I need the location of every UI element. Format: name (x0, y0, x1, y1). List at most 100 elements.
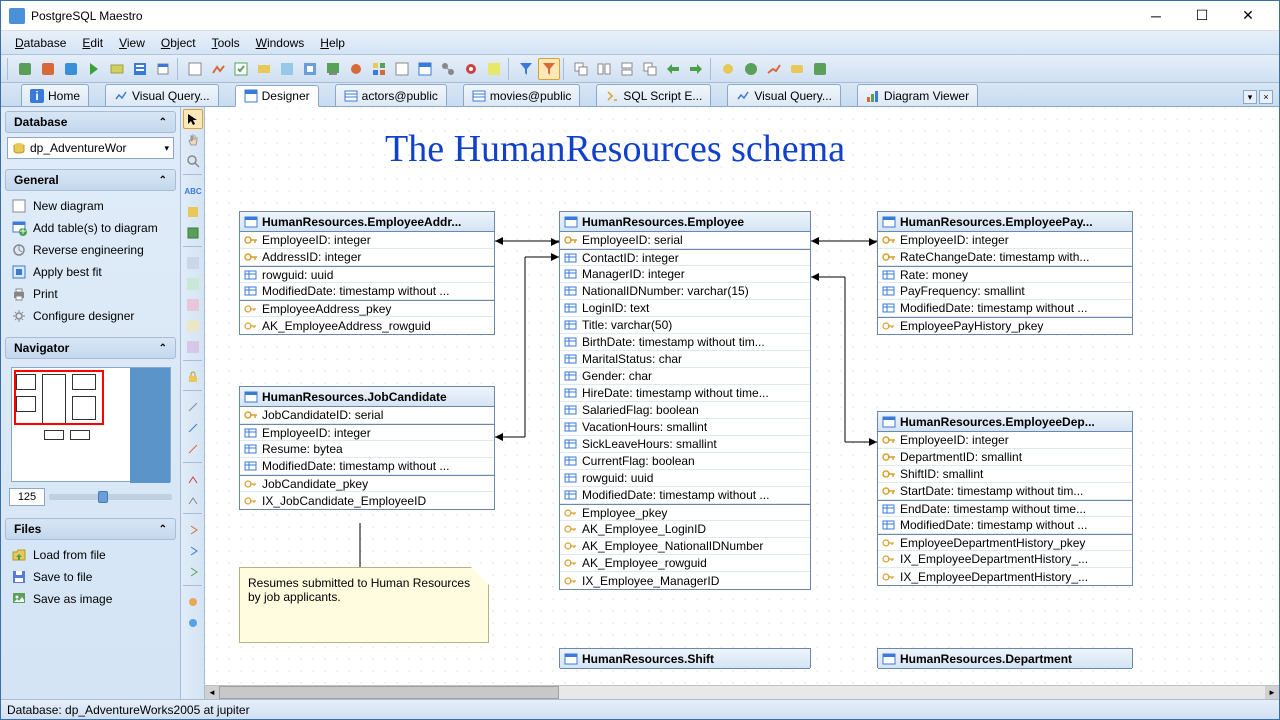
tab-sql-script[interactable]: SQL Script E... (596, 84, 711, 106)
toolbar-btn[interactable] (345, 58, 367, 80)
toolbar-btn[interactable] (414, 58, 436, 80)
menu-windows[interactable]: Windows (248, 33, 313, 53)
db-column[interactable]: ModifiedDate: timestamp without ... (240, 458, 494, 475)
table-shift[interactable]: HumanResources.Shift (559, 648, 811, 668)
table-job-candidate[interactable]: HumanResources.JobCandidate JobCandidate… (239, 386, 495, 510)
sidebar-link[interactable]: Reverse engineering (7, 239, 174, 261)
toolbar-btn[interactable] (391, 58, 413, 80)
zoom-slider[interactable] (49, 494, 172, 500)
sidebar-link[interactable]: Print (7, 283, 174, 305)
db-column[interactable]: AK_Employee_LoginID (560, 521, 810, 538)
palette-btn[interactable] (183, 562, 203, 582)
sidebar-link[interactable]: Save as image (7, 588, 174, 610)
palette-btn[interactable] (183, 253, 203, 273)
palette-btn[interactable] (183, 316, 203, 336)
diagram-note[interactable]: Resumes submitted to Human Resources by … (239, 567, 489, 643)
toolbar-btn[interactable] (299, 58, 321, 80)
toolbar-btn[interactable] (437, 58, 459, 80)
close-button[interactable]: ✕ (1225, 2, 1271, 30)
table-employee-address[interactable]: HumanResources.EmployeeAddr... EmployeeI… (239, 211, 495, 335)
toolbar-btn[interactable] (662, 58, 684, 80)
toolbar-btn[interactable] (483, 58, 505, 80)
toolbar-btn[interactable] (515, 58, 537, 80)
minimize-button[interactable]: ─ (1133, 2, 1179, 30)
palette-btn[interactable] (183, 613, 203, 633)
palette-pointer[interactable] (183, 109, 203, 129)
db-column[interactable]: ContactID: integer (560, 249, 810, 266)
menu-help[interactable]: Help (312, 33, 353, 53)
db-column[interactable]: ShiftID: smallint (878, 466, 1132, 483)
toolbar-btn[interactable] (460, 58, 482, 80)
toolbar-btn[interactable] (152, 58, 174, 80)
db-column[interactable]: Title: varchar(50) (560, 317, 810, 334)
toolbar-btn[interactable] (740, 58, 762, 80)
palette-text[interactable]: ABC (183, 181, 203, 201)
db-column[interactable]: EmployeeID: integer (240, 424, 494, 441)
toolbar-btn[interactable] (106, 58, 128, 80)
maximize-button[interactable]: ☐ (1179, 2, 1225, 30)
sidebar-link[interactable]: Load from file (7, 544, 174, 566)
toolbar-btn[interactable] (37, 58, 59, 80)
db-column[interactable]: EmployeeAddress_pkey (240, 300, 494, 317)
db-column[interactable]: SalariedFlag: boolean (560, 402, 810, 419)
menu-tools[interactable]: Tools (204, 33, 248, 53)
palette-btn[interactable] (183, 418, 203, 438)
palette-btn[interactable] (183, 541, 203, 561)
db-column[interactable]: BirthDate: timestamp without tim... (560, 334, 810, 351)
db-column[interactable]: IX_EmployeeDepartmentHistory_... (878, 551, 1132, 568)
db-column[interactable]: ModifiedDate: timestamp without ... (240, 283, 494, 300)
db-column[interactable]: AddressID: integer (240, 249, 494, 266)
palette-lock[interactable] (183, 367, 203, 387)
db-column[interactable]: StartDate: timestamp without tim... (878, 483, 1132, 500)
menu-view[interactable]: View (111, 33, 153, 53)
palette-btn[interactable] (183, 274, 203, 294)
db-column[interactable]: EmployeeID: integer (878, 232, 1132, 249)
tabs-close[interactable]: × (1259, 90, 1273, 104)
toolbar-btn[interactable] (129, 58, 151, 80)
toolbar-btn[interactable] (809, 58, 831, 80)
tab-home[interactable]: iHome (21, 84, 89, 106)
db-column[interactable]: IX_Employee_ManagerID (560, 572, 810, 589)
palette-btn[interactable] (183, 397, 203, 417)
db-column[interactable]: EmployeeID: integer (240, 232, 494, 249)
tab-actors[interactable]: actors@public (335, 84, 447, 106)
db-column[interactable]: ModifiedDate: timestamp without ... (878, 517, 1132, 534)
db-column[interactable]: CurrentFlag: boolean (560, 453, 810, 470)
tab-designer[interactable]: Designer (235, 85, 319, 107)
toolbar-btn[interactable] (570, 58, 592, 80)
tabs-dropdown[interactable]: ▾ (1243, 90, 1257, 104)
db-column[interactable]: LoginID: text (560, 300, 810, 317)
table-department[interactable]: HumanResources.Department (877, 648, 1133, 668)
database-dropdown[interactable]: dp_AdventureWor▾ (7, 137, 174, 159)
table-employee[interactable]: HumanResources.Employee EmployeeID: seri… (559, 211, 811, 590)
sidebar-link[interactable]: Save to file (7, 566, 174, 588)
toolbar-btn[interactable] (717, 58, 739, 80)
toolbar-btn[interactable] (60, 58, 82, 80)
db-column[interactable]: Gender: char (560, 368, 810, 385)
sidebar-navigator-header[interactable]: Navigator⌃ (5, 337, 176, 359)
toolbar-btn[interactable] (786, 58, 808, 80)
db-column[interactable]: AK_Employee_NationalIDNumber (560, 538, 810, 555)
navigator-thumbnail[interactable] (11, 367, 171, 482)
sidebar-files-header[interactable]: Files⌃ (5, 518, 176, 540)
tab-visual-query[interactable]: Visual Query... (105, 84, 219, 106)
db-column[interactable]: PayFrequency: smallint (878, 283, 1132, 300)
sidebar-link[interactable]: Apply best fit (7, 261, 174, 283)
db-column[interactable]: Rate: money (878, 266, 1132, 283)
horizontal-scrollbar[interactable]: ◄ ► (205, 685, 1279, 699)
db-column[interactable]: RateChangeDate: timestamp with... (878, 249, 1132, 266)
db-column[interactable]: IX_EmployeeDepartmentHistory_... (878, 568, 1132, 585)
db-column[interactable]: SickLeaveHours: smallint (560, 436, 810, 453)
db-column[interactable]: MaritalStatus: char (560, 351, 810, 368)
palette-btn[interactable] (183, 520, 203, 540)
palette-btn[interactable] (183, 337, 203, 357)
palette-btn[interactable] (183, 295, 203, 315)
toolbar-btn[interactable] (207, 58, 229, 80)
toolbar-btn[interactable] (593, 58, 615, 80)
db-column[interactable]: ManagerID: integer (560, 266, 810, 283)
toolbar-btn[interactable] (322, 58, 344, 80)
db-column[interactable]: Resume: bytea (240, 441, 494, 458)
sidebar-database-header[interactable]: Database⌃ (5, 111, 176, 133)
toolbar-btn[interactable] (83, 58, 105, 80)
palette-btn[interactable] (183, 439, 203, 459)
